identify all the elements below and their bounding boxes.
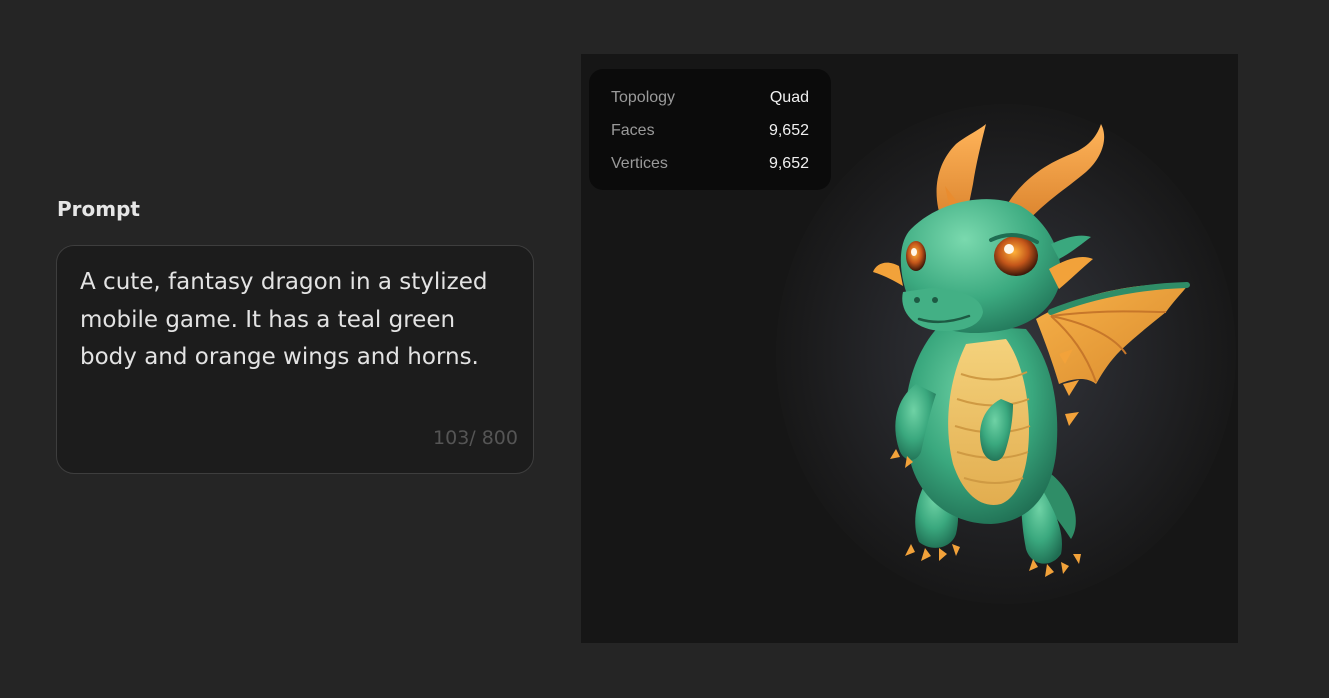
stat-row-faces: Faces 9,652	[611, 119, 809, 143]
character-counter: 103/ 800	[433, 427, 518, 449]
stat-label: Faces	[611, 122, 655, 139]
stat-value: 9,652	[768, 155, 809, 172]
stat-label: Topology	[611, 89, 676, 106]
stat-value: 9,652	[768, 122, 809, 139]
prompt-textarea[interactable]: A cute, fantasy dragon in a stylized mob…	[56, 245, 534, 474]
stat-label: Vertices	[611, 155, 668, 172]
model-preview-viewport[interactable]: Topology Quad Faces 9,652 Vertices 9,652	[581, 54, 1238, 643]
stat-row-topology: Topology Quad	[611, 86, 809, 110]
prompt-label: Prompt	[57, 197, 140, 221]
model-stats-card: Topology Quad Faces 9,652 Vertices 9,652	[589, 69, 831, 190]
stat-value: Quad	[769, 89, 809, 106]
prompt-text[interactable]: A cute, fantasy dragon in a stylized mob…	[80, 264, 510, 377]
stat-row-vertices: Vertices 9,652	[611, 152, 809, 176]
